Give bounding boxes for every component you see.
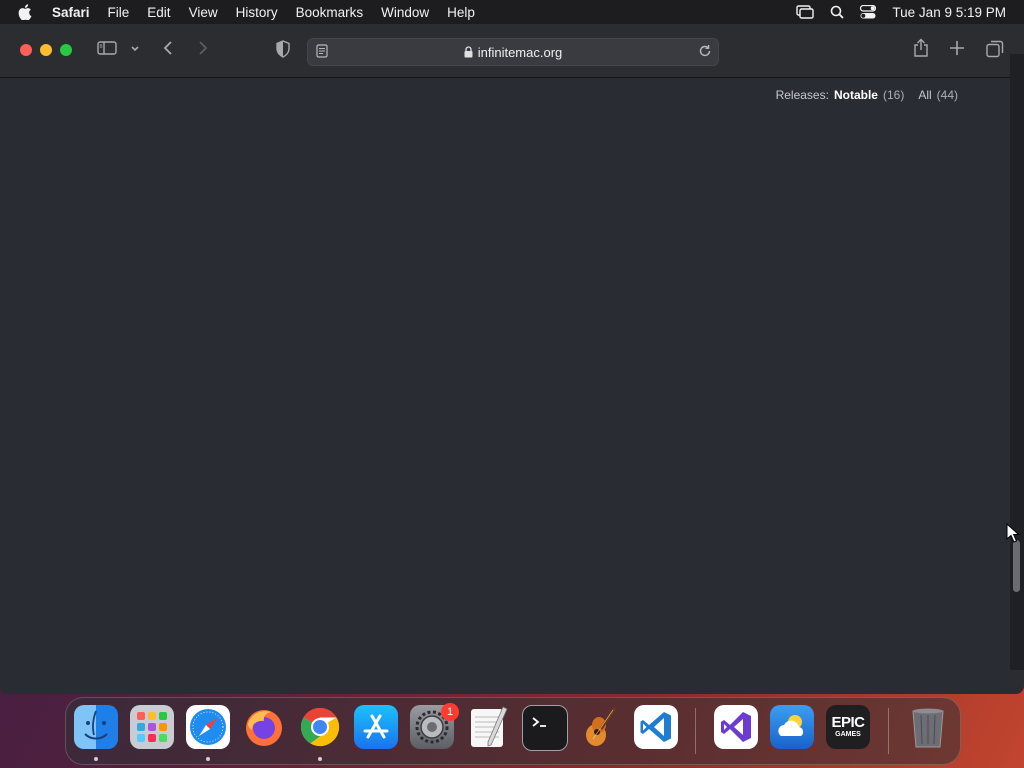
reader-view-icon[interactable] xyxy=(316,44,328,61)
dock: EPIC GAMES xyxy=(65,697,961,765)
menubar-clock[interactable]: Tue Jan 9 5:19 PM xyxy=(892,5,1006,20)
new-tab-plus-icon[interactable] xyxy=(949,40,965,56)
share-icon[interactable] xyxy=(912,38,930,58)
dock-divider-trash xyxy=(888,708,889,754)
menu-edit[interactable]: Edit xyxy=(138,5,179,20)
zoom-window-button[interactable] xyxy=(60,44,72,56)
chevron-down-icon[interactable] xyxy=(130,40,140,56)
browser-toolbar: infinitemac.org xyxy=(0,24,1024,78)
back-arrow-icon[interactable] xyxy=(162,40,174,56)
forward-arrow-icon[interactable] xyxy=(197,40,209,56)
menu-file[interactable]: File xyxy=(99,5,139,20)
mouse-pointer-icon xyxy=(1006,522,1020,548)
releases-all-count: (44) xyxy=(936,88,958,102)
spotlight-search-icon[interactable] xyxy=(830,5,845,19)
dock-safari-icon[interactable] xyxy=(186,705,230,749)
menu-bar: Safari File Edit View History Bookmarks … xyxy=(0,0,1024,24)
dock-vscode-icon[interactable] xyxy=(634,705,678,749)
web-content: Releases: Notable (16) All (44) xyxy=(0,78,1010,694)
dock-terminal-icon[interactable] xyxy=(522,705,568,751)
dock-app-store-icon[interactable] xyxy=(354,705,398,749)
dock-visual-studio-icon[interactable] xyxy=(714,705,758,749)
dock-launchpad-icon[interactable] xyxy=(130,705,174,749)
reload-icon[interactable] xyxy=(698,44,712,61)
releases-notable-link[interactable]: Notable xyxy=(834,88,878,102)
releases-all-link[interactable]: All xyxy=(918,88,931,102)
dock-finder-icon[interactable] xyxy=(74,705,118,749)
control-center-icon[interactable] xyxy=(860,5,877,19)
system-settings-notification-badge: 1 xyxy=(441,703,459,721)
dock-firefox-icon[interactable] xyxy=(242,705,286,749)
menu-window[interactable]: Window xyxy=(372,5,438,20)
epic-logo-bottom: GAMES xyxy=(835,731,861,738)
finder-running-indicator xyxy=(94,757,98,761)
menu-view[interactable]: View xyxy=(180,5,227,20)
url-text[interactable]: infinitemac.org xyxy=(478,45,563,60)
releases-label: Releases: xyxy=(775,88,829,102)
screen-mirroring-icon[interactable] xyxy=(796,5,815,19)
close-window-button[interactable] xyxy=(20,44,32,56)
privacy-shield-icon[interactable] xyxy=(275,40,291,58)
safari-window: infinitemac.org Releases: Notable (16) A… xyxy=(0,24,1024,694)
chrome-running-indicator xyxy=(318,757,322,761)
dock-trash-icon[interactable] xyxy=(906,705,950,749)
dock-garageband-icon[interactable] xyxy=(578,705,622,749)
epic-logo-top: EPIC xyxy=(831,714,865,731)
apple-menu-icon[interactable] xyxy=(18,4,38,20)
dock-epic-games-icon[interactable]: EPIC GAMES xyxy=(826,705,870,749)
address-bar[interactable]: infinitemac.org xyxy=(307,38,719,66)
safari-running-indicator xyxy=(206,757,210,761)
minimize-window-button[interactable] xyxy=(40,44,52,56)
tab-overview-icon[interactable] xyxy=(986,40,1004,58)
menu-history[interactable]: History xyxy=(227,5,287,20)
menu-bookmarks[interactable]: Bookmarks xyxy=(287,5,373,20)
dock-textedit-icon[interactable] xyxy=(466,705,510,749)
menu-help[interactable]: Help xyxy=(438,5,484,20)
menu-app-name[interactable]: Safari xyxy=(52,5,99,20)
lock-icon xyxy=(464,46,473,58)
dock-chrome-icon[interactable] xyxy=(298,705,342,749)
sidebar-toggle-icon[interactable] xyxy=(97,40,117,56)
dock-divider xyxy=(695,708,696,754)
releases-notable-count: (16) xyxy=(882,88,905,102)
releases-filter: Releases: Notable (16) All (44) xyxy=(776,88,958,102)
dock-weather-icon[interactable] xyxy=(770,705,814,749)
